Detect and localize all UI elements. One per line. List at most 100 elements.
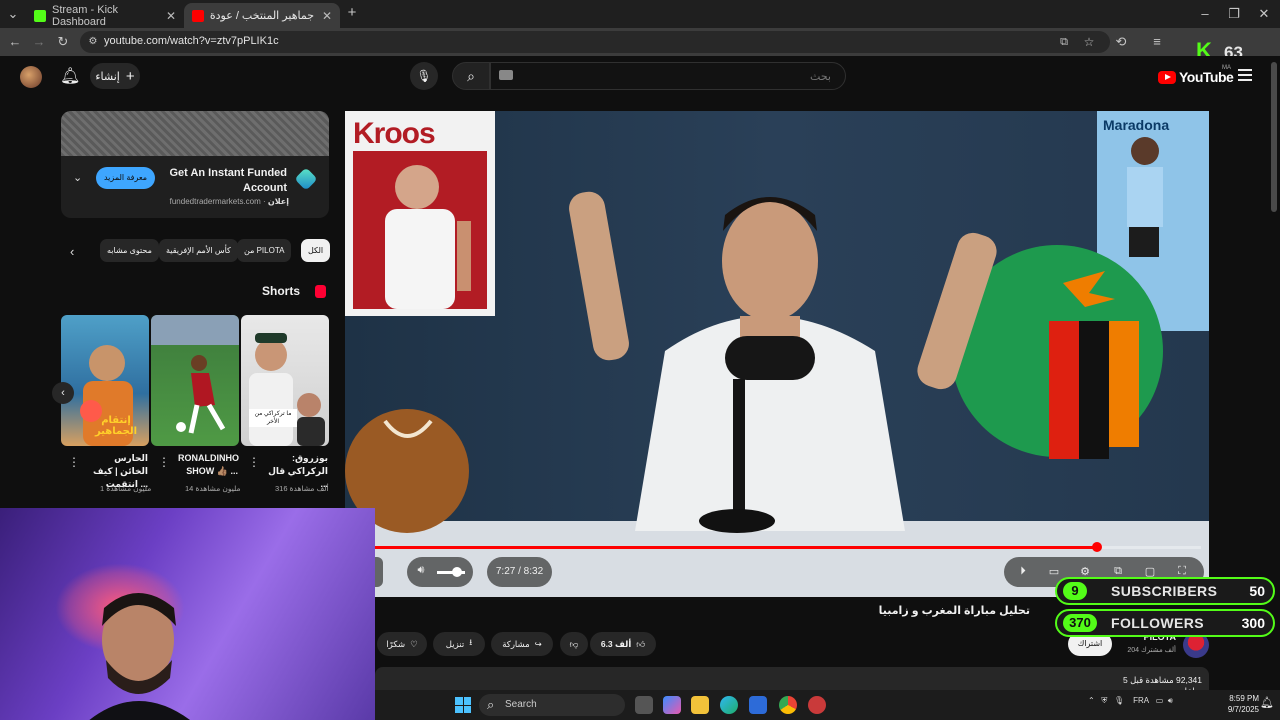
close-tab-icon[interactable]: ✕ <box>166 9 176 23</box>
minimize-icon[interactable]: – <box>1196 5 1214 23</box>
more-options-icon[interactable]: ⋮ <box>158 455 170 469</box>
chrome-icon[interactable] <box>779 696 797 714</box>
thumbs-up-icon: 👍︎ <box>636 638 646 649</box>
close-tab-icon[interactable]: ✕ <box>322 9 332 23</box>
mic-tray-icon[interactable]: 🎙︎ <box>1114 696 1124 705</box>
plus-icon: + <box>125 67 135 85</box>
voice-search-mic-icon[interactable]: 🎙︎ <box>410 62 438 90</box>
thumbs-down-icon: 👎︎ <box>569 638 579 649</box>
reload-icon[interactable]: ↻ <box>54 33 72 51</box>
streamer-webcam <box>0 508 375 720</box>
store-icon[interactable] <box>749 696 767 714</box>
ad-title[interactable]: Get An Instant Funded Account <box>161 166 287 196</box>
tab-title: Stream - Kick Dashboard <box>52 3 119 28</box>
hamburger-menu-icon[interactable] <box>1238 69 1252 81</box>
more-options-icon[interactable]: ⋮ <box>248 455 260 469</box>
page-scrollbar[interactable] <box>1271 62 1277 212</box>
short-title[interactable]: RONALDINHO SHOW 👍🏽 ... <box>178 452 239 478</box>
chip-afcon[interactable]: كأس الأمم الإفريقية <box>159 239 238 262</box>
sponsored-ad-card[interactable]: Get An Instant Funded Account fundedtrad… <box>61 111 329 218</box>
notifications-icon[interactable]: 🔔︎ <box>1260 696 1274 710</box>
tray-overflow-icon[interactable]: ⌃ <box>1088 696 1095 705</box>
edge-icon[interactable] <box>720 696 738 714</box>
thanks-button[interactable]: شكرًا ♡ <box>377 632 427 656</box>
youtube-wordmark: YouTube <box>1179 69 1234 85</box>
playlist-icon[interactable]: ≡ <box>1148 33 1166 51</box>
windows-start-icon[interactable] <box>455 697 471 713</box>
share-button[interactable]: مشاركة ↪ <box>491 632 553 656</box>
follower-label: FOLLOWERS <box>1111 615 1205 631</box>
video-progress-bar[interactable] <box>375 542 1201 552</box>
chevron-left-icon[interactable]: ‹ <box>70 244 74 259</box>
defender-icon[interactable]: ⛨ <box>1101 696 1107 705</box>
bookmark-star-icon[interactable]: ☆ <box>1080 33 1098 51</box>
short-views: 1 مليون مشاهدة <box>100 484 152 493</box>
more-options-icon[interactable]: ⋮ <box>68 455 80 469</box>
youtube-logo[interactable]: YouTube <box>1158 69 1234 85</box>
site-info-icon[interactable]: ⚙ <box>84 33 102 51</box>
short-thumbnail-image <box>151 315 239 434</box>
search-field[interactable] <box>490 62 846 90</box>
learn-more-button[interactable]: معرفة المزيد <box>96 167 155 189</box>
volume-tray-icon[interactable]: 🔊︎ <box>1168 696 1173 705</box>
volume-slider-handle[interactable] <box>451 567 462 577</box>
copilot-icon[interactable] <box>663 696 681 714</box>
duration: 8:32 <box>523 566 544 577</box>
ad-banner-image[interactable] <box>61 111 329 156</box>
keyboard-icon[interactable] <box>499 70 513 80</box>
autoplay-toggle-icon[interactable]: ⏵ <box>1014 565 1032 578</box>
app-icon[interactable] <box>808 696 826 714</box>
search-input[interactable] <box>491 63 845 89</box>
video-player[interactable]: Kroos Maradona <box>345 111 1209 597</box>
new-tab-button[interactable]: + <box>343 4 361 22</box>
history-icon[interactable]: ⟲ <box>1112 33 1130 51</box>
create-button[interactable]: إنشاء + <box>90 63 140 89</box>
back-icon[interactable]: ← <box>6 33 24 51</box>
tab-kick-dashboard[interactable]: Stream - Kick Dashboard ✕ <box>26 3 184 28</box>
chip-from-channel[interactable]: من PILOTA <box>237 239 292 262</box>
short-thumbnail[interactable]: ما تركراكي من الأخر <box>241 315 329 446</box>
forward-icon[interactable]: → <box>30 33 48 51</box>
notifications-bell-icon[interactable]: 🔔︎ <box>60 66 80 86</box>
system-tray[interactable]: ⌃ ⛨ 🎙︎ FRA ▭ 🔊︎ <box>1088 696 1173 706</box>
window-close-icon[interactable]: ✕ <box>1255 5 1273 23</box>
progress-scrubber-handle[interactable] <box>1091 542 1102 552</box>
dislike-button[interactable]: 👎︎ <box>560 632 588 656</box>
like-button[interactable]: 6.3 ألف 👍︎ <box>590 632 656 656</box>
chip-similar[interactable]: محتوى مشابه <box>100 239 159 262</box>
poster-right-text: Maradona <box>1103 117 1170 133</box>
chevron-down-icon[interactable]: ⌄ <box>73 171 82 184</box>
volume-control[interactable]: 🔊︎ <box>407 557 473 587</box>
youtube-favicon-icon <box>192 9 204 22</box>
sponsored-label: إعلان <box>267 197 289 206</box>
time-display: 7:27 / 8:32 <box>487 557 552 587</box>
tab-youtube-video[interactable]: جماهير المنتخب / عودة زيا ✕ <box>184 3 340 28</box>
search-button[interactable]: ⌕ <box>452 62 490 90</box>
download-label: تنزيل <box>445 638 465 649</box>
follower-goal-row: 370 FOLLOWERS 300 <box>1055 609 1275 637</box>
chip-all[interactable]: الكل <box>301 239 331 262</box>
download-button[interactable]: تنزيل ⭳ <box>433 632 485 656</box>
restore-icon[interactable]: ❐ <box>1225 5 1243 23</box>
follower-count: 370 <box>1063 614 1097 632</box>
short-thumbnail[interactable] <box>151 315 239 446</box>
file-explorer-icon[interactable] <box>691 696 709 714</box>
search-icon: ⌕ <box>467 68 475 84</box>
account-avatar[interactable] <box>20 66 42 88</box>
system-clock[interactable]: 8:59 PM 9/7/2025 <box>1215 693 1259 715</box>
tab-search-icon[interactable]: ⌄ <box>4 5 22 23</box>
shorts-previous-button[interactable]: ‹ <box>52 382 74 404</box>
video-frame-image <box>345 111 1209 597</box>
install-app-icon[interactable]: ⧉ <box>1055 33 1073 51</box>
task-view-icon[interactable] <box>635 696 653 714</box>
input-language[interactable]: FRA <box>1133 696 1149 705</box>
volume-icon[interactable]: 🔊︎ <box>412 564 430 577</box>
taskbar-search[interactable]: Search <box>479 694 625 716</box>
short-thumbnail[interactable]: إنتقام الجماهير <box>61 315 149 446</box>
follower-goal: 300 <box>1241 615 1265 631</box>
address-bar[interactable]: ⚙ youtube.com/watch?v=ztv7pPLIK1c ⧉ ☆ <box>80 31 1110 53</box>
network-icon[interactable]: ▭ <box>1156 696 1164 705</box>
windows-taskbar: Search ⌃ ⛨ 🎙︎ FRA ▭ 🔊︎ 8:59 PM 9/7/2025 … <box>375 690 1280 720</box>
video-progress-played <box>375 546 1097 549</box>
current-time: 7:27 <box>495 566 516 577</box>
